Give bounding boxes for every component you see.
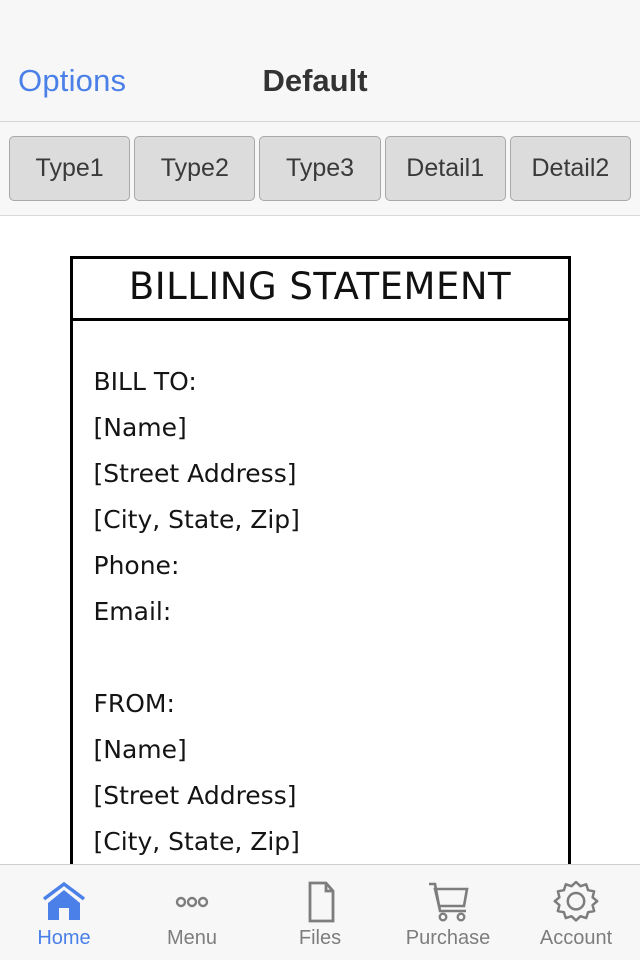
- document-title: BILLING STATEMENT: [128, 265, 512, 308]
- tab-account[interactable]: Account: [512, 865, 640, 960]
- tab-home-label: Home: [37, 927, 91, 949]
- doc-line-bill-to-email: Email:: [93, 597, 172, 626]
- tab-account-label: Account: [539, 927, 613, 949]
- doc-line-bill-to-phone: Phone:: [93, 551, 180, 580]
- bottom-tab-bar: Home Menu Files Purchase Account: [0, 864, 640, 960]
- billing-statement-sheet: BILLING STATEMENT BILL TO: [Name] [Stree…: [69, 256, 571, 864]
- segment-type2[interactable]: Type2: [134, 136, 256, 201]
- segment-type3[interactable]: Type3: [259, 136, 381, 201]
- doc-line-bill-to-name: [Name]: [93, 413, 187, 442]
- document-title-row: BILLING STATEMENT: [72, 259, 568, 321]
- document-icon: [297, 879, 343, 925]
- tab-menu[interactable]: Menu: [128, 865, 256, 960]
- doc-line-from-street: [Street Address]: [93, 781, 297, 810]
- home-icon: [41, 879, 87, 925]
- tab-files[interactable]: Files: [256, 865, 384, 960]
- segment-detail2[interactable]: Detail2: [509, 136, 632, 201]
- document-body: BILL TO: [Name] [Street Address] [City, …: [73, 321, 568, 864]
- segmented-control: Type1 Type2 Type3 Detail1 Detail2: [0, 122, 640, 216]
- doc-line-from-name: [Name]: [93, 735, 187, 764]
- tab-purchase[interactable]: Purchase: [384, 865, 512, 960]
- gear-icon: [553, 879, 599, 925]
- doc-line-bill-to-street: [Street Address]: [93, 459, 297, 488]
- doc-line-bill-to-city: [City, State, Zip]: [93, 505, 300, 534]
- shopping-cart-icon: [422, 879, 474, 925]
- doc-line-from: FROM:: [93, 689, 175, 718]
- doc-line-from-city: [City, State, Zip]: [93, 827, 300, 856]
- doc-line-spacer: [94, 635, 568, 681]
- page-title: Default: [262, 62, 368, 98]
- tab-purchase-label: Purchase: [405, 927, 491, 949]
- segment-detail1[interactable]: Detail1: [384, 136, 506, 201]
- tab-files-label: Files: [298, 927, 342, 949]
- doc-line-bill-to: BILL TO:: [93, 367, 197, 396]
- document-scroll-area[interactable]: BILLING STATEMENT BILL TO: [Name] [Stree…: [0, 217, 640, 864]
- status-bar: [0, 0, 640, 40]
- segment-type1[interactable]: Type1: [9, 136, 131, 201]
- ellipsis-icon: [169, 879, 215, 925]
- tab-menu-label: Menu: [166, 927, 218, 949]
- tab-home[interactable]: Home: [0, 865, 128, 960]
- nav-header: Options Default: [0, 40, 640, 122]
